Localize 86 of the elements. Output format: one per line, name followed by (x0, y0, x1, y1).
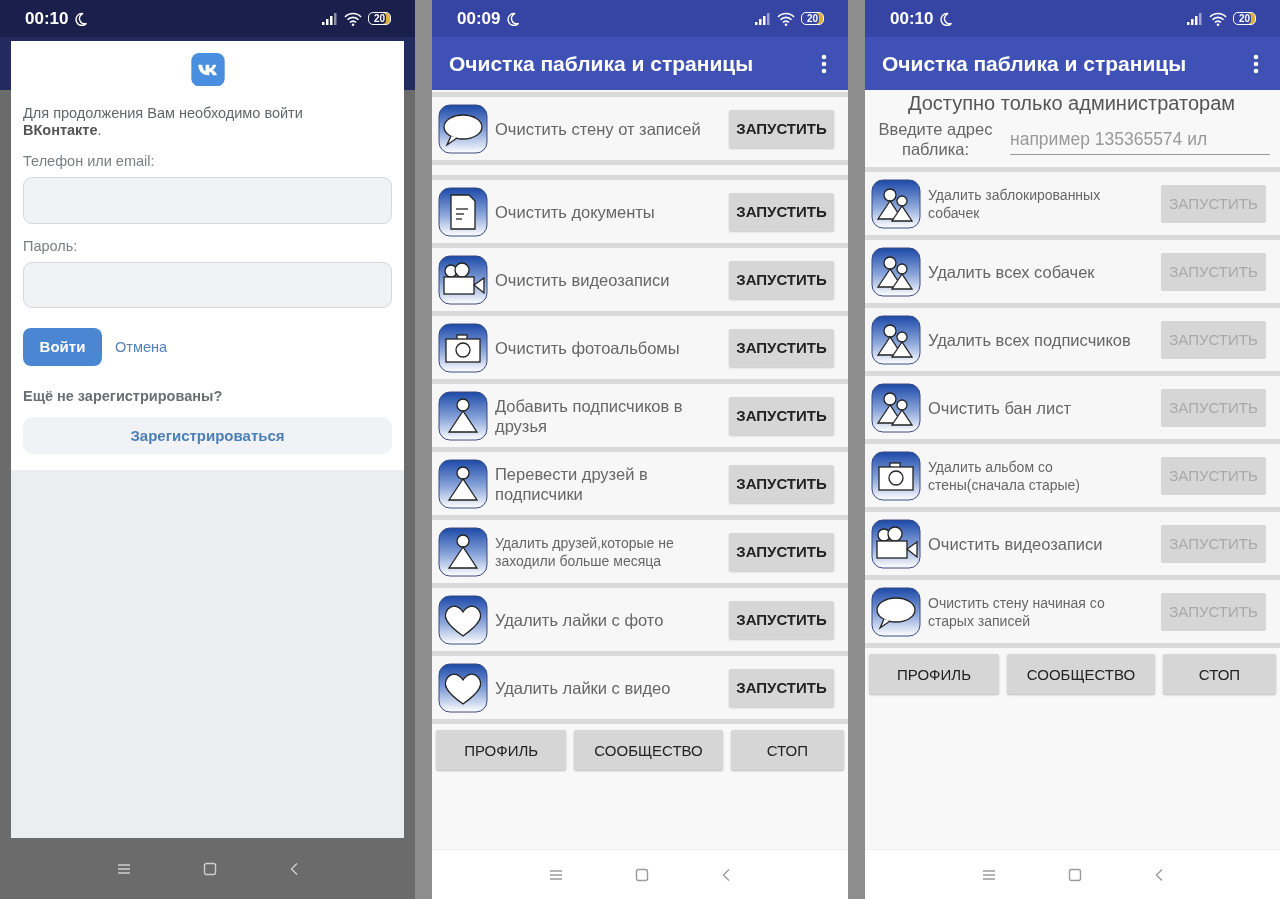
people-icon (871, 314, 921, 365)
menu-icon[interactable] (549, 868, 563, 881)
run-button[interactable]: ЗАПУСТИТЬ (729, 192, 834, 231)
field-label: Пароль: (23, 237, 79, 254)
action-label: Удалить альбом со стены(сначала старые) (928, 457, 1081, 494)
back-icon[interactable] (721, 867, 731, 882)
prompt-text: Ещё не зарегистрированы? (23, 387, 224, 404)
menu-icon[interactable] (116, 862, 131, 875)
menu-icon[interactable] (981, 868, 996, 881)
action-label: Добавить подписчиков в друзья (495, 395, 684, 436)
back-icon[interactable] (288, 861, 299, 876)
run-button[interactable]: ЗАПУСТИТЬ (729, 464, 834, 503)
wifi-icon (343, 11, 362, 26)
action-label: Удалить лайки с фото (495, 609, 665, 630)
moon-icon (506, 11, 521, 26)
action-button[interactable]: СТОП (1163, 654, 1276, 694)
address-field[interactable]: например 135365574 ил (1010, 123, 1270, 155)
action-label: Очистить документы (495, 201, 656, 222)
action-button[interactable]: СООБЩЕСТВО (574, 730, 723, 770)
more-icon[interactable] (821, 53, 827, 74)
action-label: Очистить видеозаписи (928, 533, 1104, 554)
cancel-link[interactable]: Отмена (115, 338, 168, 355)
action-label: Очистить стену от записей (495, 118, 702, 139)
moon-icon (74, 11, 89, 26)
clock-time: 00:10 (25, 8, 69, 29)
action-label: Очистить видеозаписи (495, 269, 671, 290)
run-button[interactable]: ЗАПУСТИТЬ (729, 600, 834, 639)
password-field[interactable] (23, 261, 392, 308)
camera-icon (438, 322, 488, 373)
back-icon[interactable] (1153, 867, 1164, 882)
camera-icon (871, 450, 921, 501)
person-icon (438, 390, 488, 441)
message-text: Для продолжения Вам необходимо войти ВКонтакте. (23, 105, 304, 140)
run-button[interactable]: ЗАПУСТИТЬ (729, 396, 834, 435)
action-label: Перевести друзей в подписчики (495, 463, 649, 504)
run-button[interactable]: ЗАПУСТИТЬ (729, 109, 834, 148)
signal-icon (1186, 12, 1203, 25)
battery-indicator: 20 (1232, 12, 1256, 25)
square-icon[interactable] (1067, 867, 1082, 882)
people-icon (871, 382, 921, 433)
battery-indicator: 20 (367, 12, 391, 25)
app-title: Очистка паблика и страницы (882, 51, 1187, 76)
logo-icon (190, 53, 225, 87)
people-icon (871, 246, 921, 297)
run-button[interactable]: ЗАПУСТИТЬ (729, 668, 834, 707)
people-icon (871, 178, 921, 229)
field-label: Телефон или email: (23, 153, 156, 170)
action-label: Очистить стену начиная со старых записей (928, 593, 1106, 630)
action-label: Очистить бан лист (928, 397, 1072, 418)
action-label: Очистить фотоальбомы (495, 337, 681, 358)
square-icon[interactable] (202, 861, 217, 876)
action-label: Удалить друзей,которые не заходили больше месяца (495, 533, 675, 570)
run-button[interactable]: ЗАПУСТИТЬ (729, 260, 834, 299)
action-label: Удалить всех подписчиков (928, 329, 1132, 350)
notice-text: Доступно только администраторам (906, 92, 1237, 115)
video-camera-icon (871, 518, 921, 569)
register-button[interactable]: Зарегистрироваться (23, 416, 392, 454)
run-button[interactable]: ЗАПУСТИТЬ (729, 328, 834, 367)
chat-bubble-icon (438, 103, 488, 154)
field-label: Введите адрес паблика: (877, 119, 994, 159)
signal-icon (754, 12, 771, 25)
person-icon (438, 458, 488, 509)
clock-time: 00:09 (457, 8, 501, 29)
login-button[interactable]: Войти (23, 327, 102, 366)
chat-bubble-icon (871, 586, 921, 637)
phone-field[interactable] (23, 177, 392, 224)
action-button[interactable]: ПРОФИЛЬ (436, 730, 567, 770)
run-button[interactable]: ЗАПУСТИТЬ (729, 532, 834, 571)
video-camera-icon (438, 254, 488, 305)
action-button[interactable]: ПРОФИЛЬ (869, 654, 999, 694)
action-button[interactable]: СТОП (730, 730, 844, 770)
moon-icon (939, 11, 954, 26)
wifi-icon (776, 11, 795, 26)
person-icon (438, 526, 488, 577)
battery-indicator: 20 (800, 12, 824, 25)
app-title: Очистка паблика и страницы (449, 51, 754, 76)
clock-time: 00:10 (890, 8, 934, 29)
more-icon[interactable] (1253, 53, 1259, 74)
action-button[interactable]: СООБЩЕСТВО (1007, 654, 1155, 694)
wifi-icon (1208, 11, 1227, 26)
action-label: Удалить заблокированных собачек (928, 185, 1102, 222)
document-icon (438, 186, 488, 237)
signal-icon (321, 12, 338, 25)
square-icon[interactable] (635, 867, 649, 882)
action-label: Удалить всех собачек (928, 261, 1096, 282)
action-label: Удалить лайки с видео (495, 677, 672, 698)
